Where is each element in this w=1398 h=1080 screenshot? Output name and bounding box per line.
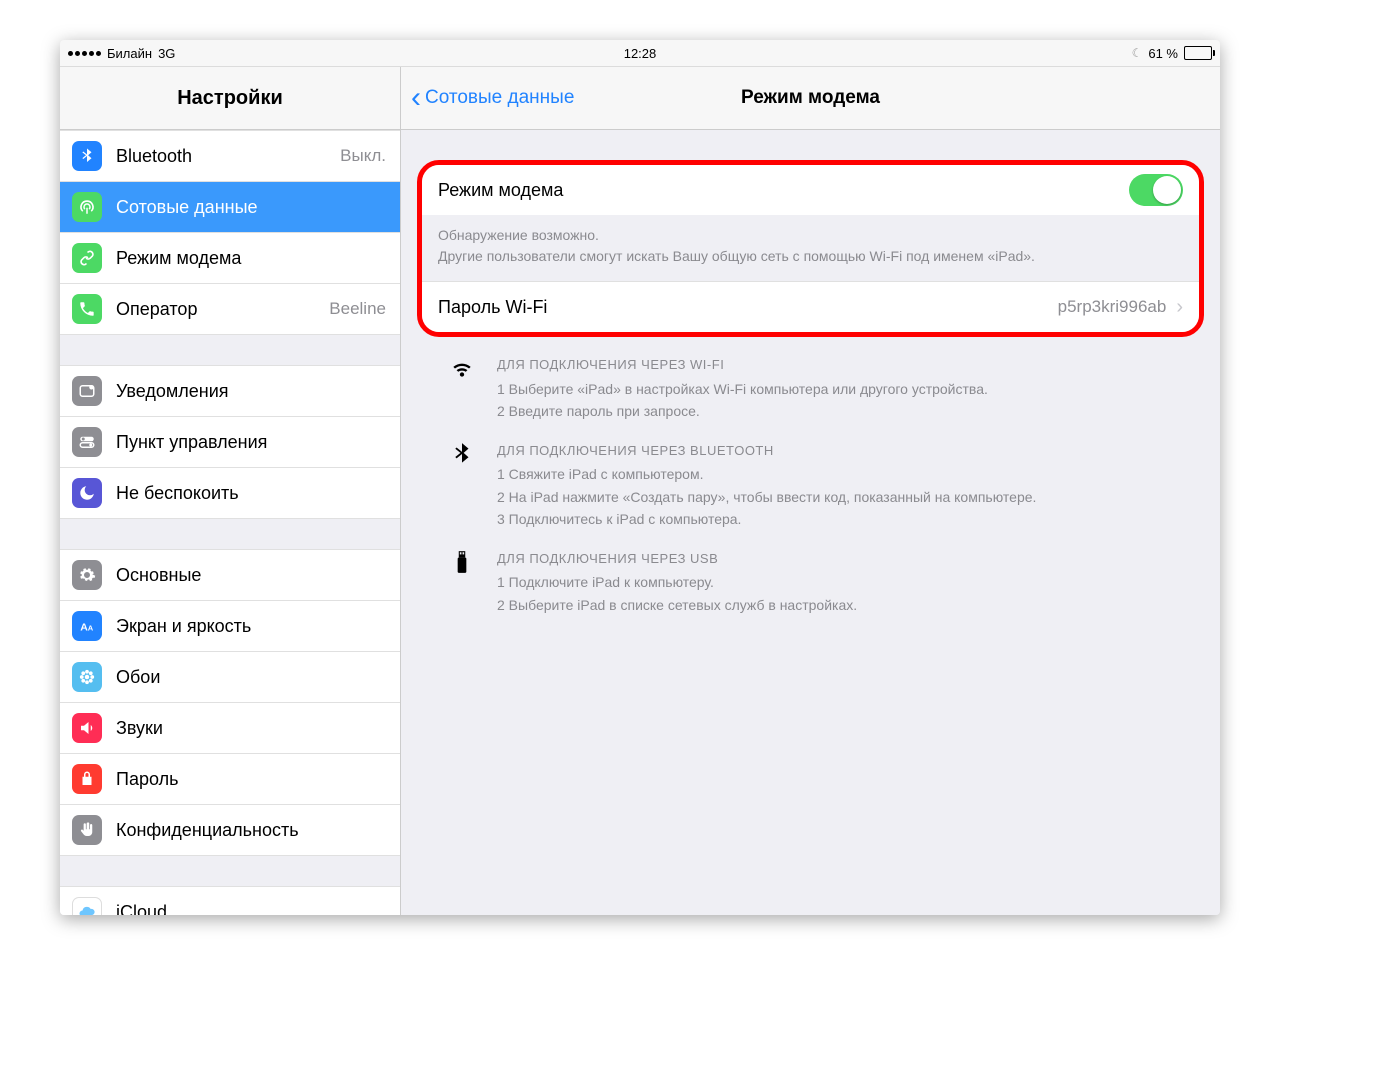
- lock-icon: [72, 764, 102, 794]
- aa-icon: AA: [72, 611, 102, 641]
- wifi-password-value: p5rp3kri996ab: [1058, 297, 1167, 317]
- sidebar-item-label: Основные: [116, 565, 201, 586]
- hotspot-toggle-label: Режим модема: [438, 180, 563, 201]
- instruction-usb: ДЛЯ ПОДКЛЮЧЕНИЯ ЧЕРЕЗ USB1 Подключите iP…: [401, 531, 1220, 617]
- hotspot-footer: Обнаружение возможно. Другие пользовател…: [422, 215, 1199, 281]
- back-label: Сотовые данные: [425, 87, 574, 109]
- sidebar-item-label: Не беспокоить: [116, 483, 239, 504]
- hand-icon: [72, 815, 102, 845]
- instruction-heading: ДЛЯ ПОДКЛЮЧЕНИЯ ЧЕРЕЗ WI-FI: [497, 355, 1200, 376]
- sidebar-item-control[interactable]: Пункт управления: [60, 417, 400, 468]
- antenna-icon: [72, 192, 102, 222]
- dnd-indicator-icon: ☾: [1132, 46, 1143, 60]
- sidebar-item-label: Сотовые данные: [116, 197, 258, 218]
- sidebar-item-label: iCloud: [116, 902, 167, 916]
- instruction-line: 2 Введите пароль при запросе.: [497, 400, 1200, 422]
- network-label: 3G: [158, 46, 175, 61]
- sidebar-item-label: Конфиденциальность: [116, 820, 299, 841]
- instruction-heading: ДЛЯ ПОДКЛЮЧЕНИЯ ЧЕРЕЗ BLUETOOTH: [497, 441, 1200, 462]
- flower-icon: [72, 662, 102, 692]
- sidebar-item-wallpaper[interactable]: Обои: [60, 652, 400, 703]
- sidebar-title: Настройки: [60, 67, 400, 130]
- gear-icon: [72, 560, 102, 590]
- bluetooth-icon: [447, 441, 477, 531]
- sidebar-item-value: Beeline: [329, 299, 386, 319]
- speaker-icon: [72, 713, 102, 743]
- highlighted-section: Режим модема Обнаружение возможно. Други…: [417, 160, 1204, 337]
- battery-pct: 61 %: [1148, 46, 1178, 61]
- instruction-line: 3 Подключитесь к iPad с компьютера.: [497, 508, 1200, 530]
- instruction-line: 1 Выберите «iPad» в настройках Wi-Fi ком…: [497, 378, 1200, 400]
- sidebar-item-carrier[interactable]: Оператор Beeline: [60, 284, 400, 335]
- instruction-heading: ДЛЯ ПОДКЛЮЧЕНИЯ ЧЕРЕЗ USB: [497, 549, 1200, 570]
- status-bar: Билайн 3G 12:28 ☾ 61 %: [60, 40, 1220, 67]
- switches-icon: [72, 427, 102, 457]
- battery-icon: [1184, 46, 1212, 60]
- sidebar-item-general[interactable]: Основные: [60, 549, 400, 601]
- instruction-line: 2 На iPad нажмите «Создать пару», чтобы …: [497, 486, 1200, 508]
- bluetooth-icon: [72, 141, 102, 171]
- footer-line-2: Другие пользователи смогут искать Вашу о…: [438, 246, 1183, 267]
- footer-line-1: Обнаружение возможно.: [438, 225, 1183, 246]
- cloud-icon: [72, 897, 102, 915]
- instruction-wifi: ДЛЯ ПОДКЛЮЧЕНИЯ ЧЕРЕЗ WI-FI1 Выберите «i…: [401, 337, 1220, 423]
- sidebar-item-value: Выкл.: [340, 146, 386, 166]
- sidebar-item-label: Уведомления: [116, 381, 229, 402]
- sidebar-item-sounds[interactable]: Звуки: [60, 703, 400, 754]
- wifi-icon: [447, 355, 477, 423]
- sidebar-item-label: Пароль: [116, 769, 178, 790]
- svg-text:A: A: [88, 624, 94, 633]
- ipad-settings-window: Билайн 3G 12:28 ☾ 61 % Настройки Bluetoo…: [60, 40, 1220, 915]
- moon-icon: [72, 478, 102, 508]
- sidebar-item-display[interactable]: AA Экран и яркость: [60, 601, 400, 652]
- usb-icon: [447, 549, 477, 617]
- back-button[interactable]: ‹ Сотовые данные: [401, 87, 574, 109]
- sidebar-item-privacy[interactable]: Конфиденциальность: [60, 805, 400, 856]
- sidebar-item-notif[interactable]: Уведомления: [60, 365, 400, 417]
- hotspot-toggle[interactable]: [1129, 174, 1183, 206]
- sidebar-item-cellular[interactable]: Сотовые данные: [60, 182, 400, 233]
- sidebar-item-label: Bluetooth: [116, 146, 192, 167]
- sidebar-item-label: Пункт управления: [116, 432, 267, 453]
- instruction-bluetooth: ДЛЯ ПОДКЛЮЧЕНИЯ ЧЕРЕЗ BLUETOOTH1 Свяжите…: [401, 423, 1220, 531]
- instruction-line: 2 Выберите iPad в списке сетевых служб в…: [497, 594, 1200, 616]
- sidebar-item-hotspot[interactable]: Режим модема: [60, 233, 400, 284]
- sidebar-item-bluetooth[interactable]: Bluetooth Выкл.: [60, 130, 400, 182]
- sidebar-item-dnd[interactable]: Не беспокоить: [60, 468, 400, 519]
- sidebar-item-passcode[interactable]: Пароль: [60, 754, 400, 805]
- phone-icon: [72, 294, 102, 324]
- instruction-line: 1 Подключите iPad к компьютеру.: [497, 571, 1200, 593]
- sidebar-item-label: Оператор: [116, 299, 197, 320]
- hotspot-toggle-row[interactable]: Режим модема: [422, 165, 1199, 215]
- sidebar-item-label: Обои: [116, 667, 160, 688]
- detail-pane: ‹ Сотовые данные Режим модема Режим моде…: [401, 67, 1220, 915]
- sidebar-item-icloud[interactable]: iCloud: [60, 886, 400, 915]
- wifi-password-row[interactable]: Пароль Wi-Fi p5rp3kri996ab ›: [422, 281, 1199, 332]
- sidebar-item-label: Экран и яркость: [116, 616, 251, 637]
- sidebar-item-label: Звуки: [116, 718, 163, 739]
- signal-dots-icon: [68, 51, 101, 56]
- chevron-right-icon: ›: [1176, 296, 1183, 319]
- wifi-password-label: Пароль Wi-Fi: [438, 297, 547, 318]
- carrier-label: Билайн: [107, 46, 152, 61]
- sidebar-item-label: Режим модема: [116, 248, 241, 269]
- instruction-line: 1 Свяжите iPad с компьютером.: [497, 463, 1200, 485]
- link-icon: [72, 243, 102, 273]
- notif-icon: [72, 376, 102, 406]
- settings-sidebar: Настройки Bluetooth Выкл. Сотовые данные Ре…: [60, 67, 401, 915]
- clock: 12:28: [449, 46, 830, 61]
